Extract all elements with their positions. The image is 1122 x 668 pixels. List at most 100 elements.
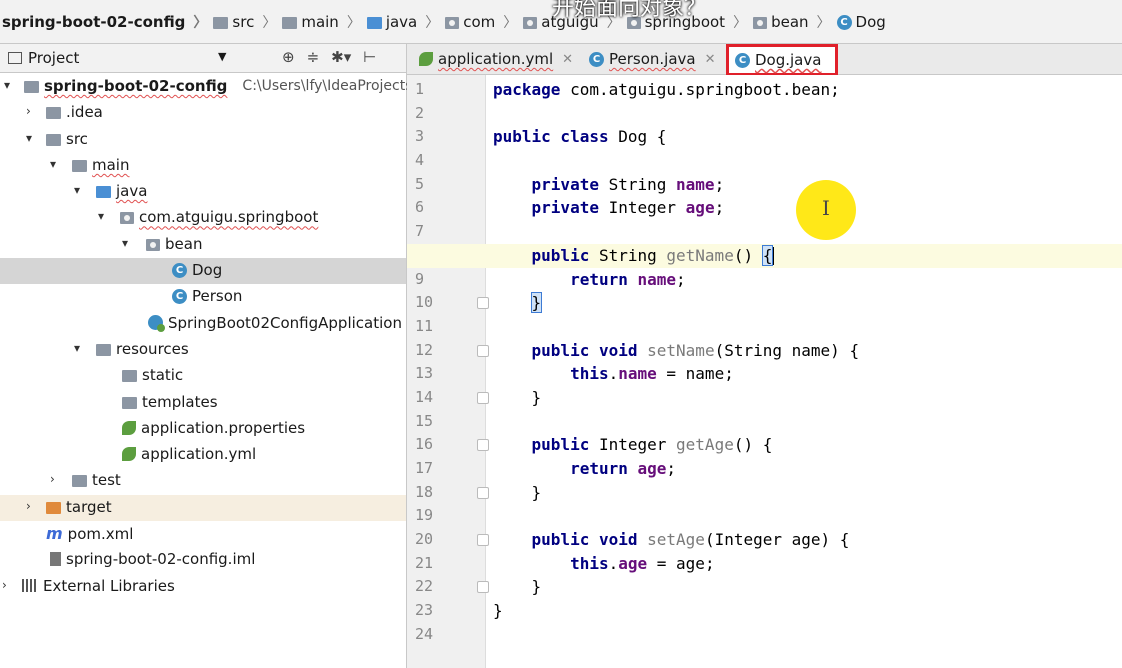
tree-item-main[interactable]: ▾ main bbox=[0, 153, 406, 179]
tab-dog-java[interactable]: C Dog.java bbox=[726, 44, 838, 76]
breadcrumb-item-java[interactable]: java 〉 bbox=[366, 12, 445, 32]
tree-item-application-properties[interactable]: application.properties bbox=[0, 416, 406, 442]
code-text: Dog { bbox=[608, 127, 667, 147]
tree-item-label: resources bbox=[116, 339, 189, 358]
breadcrumb-item-dog[interactable]: C Dog bbox=[836, 13, 886, 31]
tree-item-external-libraries[interactable]: › External Libraries bbox=[0, 574, 406, 600]
fold-end-icon[interactable] bbox=[477, 486, 489, 499]
tree-item-templates[interactable]: templates bbox=[0, 390, 406, 416]
matched-brace: { bbox=[761, 244, 774, 266]
fold-marker-icon[interactable] bbox=[477, 439, 489, 452]
chevron-right-icon[interactable]: › bbox=[26, 104, 31, 118]
fold-end-icon[interactable] bbox=[477, 297, 489, 310]
keyword: public bbox=[531, 245, 590, 265]
tree-item-dog[interactable]: C Dog bbox=[0, 258, 406, 285]
line-number: 4 bbox=[415, 151, 425, 170]
chevron-right-icon: 〉 bbox=[346, 15, 361, 31]
breadcrumb-item-com[interactable]: com 〉 bbox=[445, 12, 523, 32]
breadcrumb-item-main[interactable]: main 〉 bbox=[282, 12, 366, 32]
chevron-down-icon[interactable]: ▾ bbox=[26, 131, 32, 145]
keyword: return bbox=[570, 459, 628, 478]
tree-item-package-bean[interactable]: ▾ bean bbox=[0, 232, 406, 258]
chevron-down-icon[interactable]: ▾ bbox=[4, 78, 10, 92]
tree-item-pom[interactable]: m pom.xml bbox=[0, 521, 406, 547]
chevron-right-icon[interactable]: › bbox=[26, 499, 31, 513]
chevron-down-icon[interactable]: ▾ bbox=[74, 341, 80, 355]
breadcrumb-item-project[interactable]: spring-boot-02-config 〉 bbox=[2, 12, 213, 32]
close-icon[interactable]: ✕ bbox=[562, 52, 573, 67]
chevron-right-icon: 〉 bbox=[425, 15, 440, 31]
line-number: 6 bbox=[415, 198, 425, 217]
tree-item-person[interactable]: C Person bbox=[0, 284, 406, 310]
tree-item-label: test bbox=[92, 471, 121, 490]
tree-item-test[interactable]: › test bbox=[0, 468, 406, 494]
target-icon[interactable]: ⊕ bbox=[282, 48, 295, 66]
tree-item-iml[interactable]: spring-boot-02-config.iml bbox=[0, 547, 406, 573]
code-text: ; bbox=[676, 269, 686, 289]
chevron-right-icon[interactable]: › bbox=[2, 578, 7, 592]
tree-item-java[interactable]: ▾ java bbox=[0, 179, 406, 205]
keyword: private bbox=[531, 174, 599, 194]
code-content[interactable]: package com.atguigu.springboot.bean; pub… bbox=[407, 78, 1122, 647]
tree-item-static[interactable]: static bbox=[0, 363, 406, 389]
tree-item-content: C Dog bbox=[172, 261, 222, 279]
fold-end-icon[interactable] bbox=[477, 581, 489, 594]
tree-item-target[interactable]: › target bbox=[0, 494, 406, 522]
collapse-icon[interactable]: ≑ bbox=[307, 48, 320, 66]
line-number-row: 10 bbox=[407, 291, 489, 315]
chevron-down-icon[interactable]: ▾ bbox=[98, 209, 104, 223]
fold-marker-icon[interactable] bbox=[477, 534, 489, 547]
tree-item-application-yml[interactable]: application.yml bbox=[0, 442, 406, 468]
project-panel: Project ▼ ⊕ ≑ ✱▾ ⊢ ▾ spring-boot-02-conf… bbox=[0, 44, 413, 668]
gear-icon[interactable]: ✱▾ bbox=[331, 48, 351, 66]
tree-item-package-springboot[interactable]: ▾ com.atguigu.springboot bbox=[0, 205, 406, 231]
code-text: = age; bbox=[647, 553, 715, 573]
hide-icon[interactable]: ⊢ bbox=[363, 48, 376, 66]
code-editor[interactable]: 1 2 3 4 5 6 7 8 9 10 11 12 13 14 15 16 1… bbox=[407, 75, 1122, 668]
class-icon: C bbox=[172, 262, 187, 278]
tree-item-label: External Libraries bbox=[43, 576, 175, 595]
close-icon[interactable]: ✕ bbox=[705, 52, 716, 67]
tab-application-yml[interactable]: application.yml ✕ bbox=[413, 44, 579, 74]
field: age bbox=[637, 459, 667, 478]
tree-item-idea[interactable]: › .idea bbox=[0, 100, 406, 126]
line-number: 14 bbox=[415, 387, 434, 406]
tree-item-label: static bbox=[142, 366, 184, 385]
project-view-selector[interactable]: Project bbox=[8, 49, 79, 67]
tree-item-content: m pom.xml bbox=[46, 524, 133, 543]
chevron-down-icon[interactable]: ▾ bbox=[50, 157, 56, 171]
folder-icon bbox=[46, 107, 61, 120]
tree-item-resources[interactable]: ▾ resources bbox=[0, 337, 406, 363]
breadcrumb-item-bean[interactable]: bean 〉 bbox=[753, 12, 836, 32]
breadcrumb-label: com bbox=[463, 13, 496, 31]
code-line: public Integer getAge() { bbox=[493, 433, 1122, 457]
tab-person-java[interactable]: C Person.java ✕ bbox=[583, 44, 722, 74]
tree-item-application-class[interactable]: SpringBoot02ConfigApplication bbox=[0, 311, 406, 337]
line-number: 17 bbox=[415, 459, 434, 477]
code-line: } bbox=[493, 291, 1122, 315]
fold-marker-icon[interactable] bbox=[477, 344, 489, 357]
chevron-down-icon[interactable]: ▼ bbox=[218, 50, 226, 63]
navigation-bar: spring-boot-02-config 〉 src 〉 main 〉 java 〉 … bbox=[0, 0, 1122, 44]
chevron-right-icon[interactable]: › bbox=[50, 472, 55, 486]
tree-item-content: java bbox=[96, 182, 147, 200]
code-text: String bbox=[598, 174, 677, 194]
chevron-down-icon[interactable]: ▾ bbox=[122, 236, 128, 250]
code-line: return name; bbox=[493, 268, 1122, 292]
code-line-current: public String getName() { bbox=[407, 243, 1122, 268]
tree-item-project-root[interactable]: ▾ spring-boot-02-config C:\Users\lfy\Idea… bbox=[0, 74, 413, 100]
breadcrumb-item-src[interactable]: src 〉 bbox=[213, 12, 282, 32]
tree-item-src[interactable]: ▾ src bbox=[0, 127, 406, 153]
tree-item-content: main bbox=[72, 156, 129, 174]
libraries-icon bbox=[22, 579, 38, 593]
tree-item-label: java bbox=[116, 182, 148, 201]
code-line: this.age = age; bbox=[570, 553, 715, 573]
tree-item-content: bean bbox=[146, 235, 202, 253]
fold-end-icon[interactable] bbox=[477, 391, 489, 404]
folder-icon bbox=[213, 17, 229, 29]
tree-item-label: Dog bbox=[192, 261, 223, 280]
chevron-down-icon[interactable]: ▾ bbox=[74, 183, 80, 197]
tree-item-content: templates bbox=[122, 393, 218, 411]
